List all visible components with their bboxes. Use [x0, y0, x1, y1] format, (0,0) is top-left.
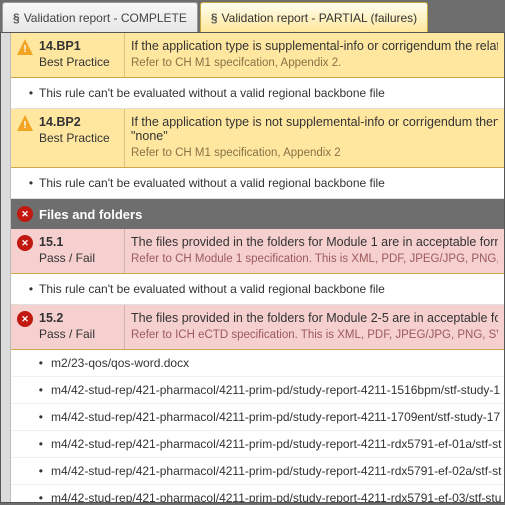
rule-id: 15.1	[39, 235, 118, 249]
tab-bar: § Validation report - COMPLETE § Validat…	[0, 0, 505, 32]
rule-id: 15.2	[39, 311, 118, 325]
rule-description: The files provided in the folders for Mo…	[131, 311, 498, 325]
error-icon	[17, 235, 33, 251]
rule-note: • This rule can't be evaluated without a…	[11, 274, 504, 305]
rule-class: Best Practice	[39, 55, 118, 69]
warning-icon	[17, 115, 33, 131]
tab-label: Validation report - COMPLETE	[24, 11, 187, 25]
paragraph-icon: §	[13, 11, 20, 25]
tab-partial[interactable]: § Validation report - PARTIAL (failures)	[200, 2, 428, 32]
list-item: • m4/42-stud-rep/421-pharmacol/4211-prim…	[11, 404, 504, 431]
bullet-icon: •	[11, 356, 51, 370]
rule-class: Pass / Fail	[39, 327, 118, 341]
rule-note: • This rule can't be evaluated without a…	[11, 78, 504, 109]
list-item: • m4/42-stud-rep/421-pharmacol/4211-prim…	[11, 431, 504, 458]
rule-row-151[interactable]: 15.1 Pass / Fail The files provided in t…	[11, 229, 504, 274]
paragraph-icon: §	[211, 11, 218, 25]
rule-reference: Refer to CH Module 1 specification. This…	[131, 253, 498, 265]
rule-class: Pass / Fail	[39, 251, 118, 265]
rule-id: 14.BP1	[39, 39, 118, 53]
section-title: Files and folders	[39, 207, 142, 222]
bullet-icon: •	[11, 491, 51, 503]
report-content: 14.BP1 Best Practice If the application …	[0, 32, 505, 503]
rule-note: • This rule can't be evaluated without a…	[11, 168, 504, 199]
tab-label: Validation report - PARTIAL (failures)	[222, 11, 418, 25]
bullet-icon: •	[11, 176, 39, 190]
rule-row-14bp1[interactable]: 14.BP1 Best Practice If the application …	[11, 33, 504, 78]
list-item: • m4/42-stud-rep/421-pharmacol/4211-prim…	[11, 458, 504, 485]
error-icon	[17, 311, 33, 327]
rule-description: If the application type is supplemental-…	[131, 39, 498, 53]
rule-reference: Refer to CH M1 specification, Appendix 2	[131, 147, 498, 159]
rule-reference: Refer to ICH eCTD specification. This is…	[131, 329, 498, 341]
list-item: • m4/42-stud-rep/421-pharmacol/4211-prim…	[11, 485, 504, 503]
bullet-icon: •	[11, 383, 51, 397]
bullet-icon: •	[11, 437, 51, 451]
collapse-gutter[interactable]	[1, 33, 11, 503]
section-files-and-folders[interactable]: ✕ Files and folders	[11, 199, 504, 229]
bullet-icon: •	[11, 86, 39, 100]
rule-id: 14.BP2	[39, 115, 118, 129]
error-icon: ✕	[17, 206, 33, 222]
rule-reference: Refer to CH M1 specifcation, Appendix 2.	[131, 57, 498, 69]
list-item: • m2/23-qos/qos-word.docx	[11, 350, 504, 377]
rule-description-2: "none"	[131, 129, 498, 143]
bullet-icon: •	[11, 282, 39, 296]
rule-class: Best Practice	[39, 131, 118, 145]
rule-description: If the application type is not supplemen…	[131, 115, 498, 129]
rule-row-14bp2[interactable]: 14.BP2 Best Practice If the application …	[11, 109, 504, 168]
rule-row-152[interactable]: 15.2 Pass / Fail The files provided in t…	[11, 305, 504, 350]
file-list: • m2/23-qos/qos-word.docx • m4/42-stud-r…	[11, 350, 504, 503]
list-item: • m4/42-stud-rep/421-pharmacol/4211-prim…	[11, 377, 504, 404]
tab-complete[interactable]: § Validation report - COMPLETE	[2, 2, 198, 32]
bullet-icon: •	[11, 464, 51, 478]
bullet-icon: •	[11, 410, 51, 424]
warning-icon	[17, 39, 33, 55]
rule-description: The files provided in the folders for Mo…	[131, 235, 498, 249]
